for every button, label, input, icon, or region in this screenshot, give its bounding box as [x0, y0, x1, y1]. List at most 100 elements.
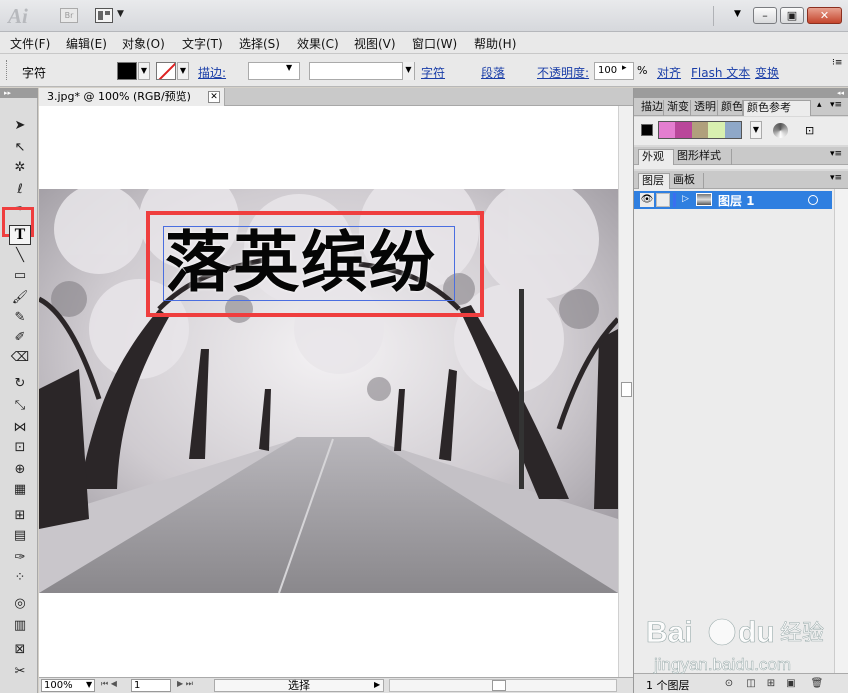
delete-layer-icon[interactable]: 🗑 [810, 677, 824, 690]
document-tab[interactable]: 3.jpg* @ 100% (RGB/预览) [39, 88, 225, 106]
opacity-link[interactable]: 不透明度: [537, 64, 589, 81]
fill-color-swatch[interactable] [117, 62, 137, 80]
tab-gradient[interactable]: 渐变 [664, 100, 691, 116]
arrange-documents-icon[interactable] [95, 8, 113, 23]
transform-link[interactable]: 变换 [755, 64, 779, 81]
shape-builder-tool-icon[interactable]: ⊕ [9, 460, 31, 480]
panel-dock-header[interactable]: ◂◂ [634, 88, 848, 98]
eyedropper-tool-icon[interactable]: ✑ [9, 548, 31, 568]
stroke-color-swatch[interactable] [156, 62, 176, 80]
paintbrush-tool-icon[interactable]: 🖌 [9, 288, 31, 308]
chevron-down-icon[interactable]: ▼ [402, 62, 414, 80]
base-color-swatch[interactable] [641, 124, 653, 136]
panel-menu-icon[interactable]: ▾≡ [830, 173, 842, 183]
first-page-icon[interactable]: ⏮ ◀ [101, 679, 117, 689]
gradient-tool-icon[interactable]: ▤ [9, 526, 31, 546]
save-color-group-icon[interactable]: ⊡ [805, 124, 814, 137]
close-icon[interactable]: ✕ [208, 91, 220, 103]
paragraph-panel-link[interactable]: 段落 [481, 64, 505, 81]
chevron-down-icon[interactable]: ▼ [286, 63, 292, 72]
grip-handle[interactable] [6, 60, 9, 80]
free-transform-tool-icon[interactable]: ⊡ [9, 438, 31, 458]
mesh-tool-icon[interactable]: ⊞ [9, 506, 31, 526]
variable-width-field[interactable] [309, 62, 415, 80]
vertical-scrollbar[interactable] [618, 106, 633, 678]
target-circle-icon[interactable] [808, 195, 818, 205]
fill-dropdown[interactable]: ▼ [138, 62, 150, 80]
minimize-button[interactable]: – [753, 7, 777, 24]
flash-text-link[interactable]: Flash 文本 [691, 64, 750, 81]
rectangle-tool-icon[interactable]: ▭ [9, 266, 31, 286]
menu-object[interactable]: 对象(O) [122, 35, 165, 52]
width-tool-icon[interactable]: ⋈ [9, 418, 31, 438]
scale-tool-icon[interactable]: ⤡ [9, 396, 31, 416]
bridge-button[interactable]: Br [60, 8, 78, 23]
guide-color-swatch[interactable] [675, 122, 692, 138]
lasso-tool-icon[interactable]: ℓ [9, 180, 31, 200]
direct-selection-tool-icon[interactable]: ↖ [9, 138, 31, 158]
magic-wand-tool-icon[interactable]: ✲ [9, 158, 31, 178]
menu-help[interactable]: 帮助(H) [474, 35, 516, 52]
harmony-rules-dropdown[interactable]: ▼ [750, 121, 762, 139]
align-link[interactable]: 对齐 [657, 64, 681, 81]
pencil-tool-icon[interactable]: ✎ [9, 308, 31, 328]
tab-transparency[interactable]: 透明 [691, 100, 718, 116]
menu-type[interactable]: 文字(T) [182, 35, 223, 52]
symbol-sprayer-tool-icon[interactable]: ◎ [9, 594, 31, 614]
page-input[interactable]: 1 [131, 679, 171, 692]
layer-name[interactable]: 图层 1 [718, 192, 755, 209]
chevron-right-icon[interactable]: ▶ [374, 680, 380, 689]
tab-artboards[interactable]: 画板 [670, 173, 704, 189]
make-clipping-mask-icon[interactable]: ◫ [744, 677, 758, 690]
toolbox-header[interactable]: ▸▸ [0, 88, 38, 98]
blob-brush-tool-icon[interactable]: ✐ [9, 328, 31, 348]
menu-effect[interactable]: 效果(C) [297, 35, 339, 52]
layer-row[interactable]: 👁 ▷ 图层 1 [634, 191, 832, 209]
canvas-photo[interactable]: 落英缤纷 [39, 189, 618, 593]
panel-menu-icon[interactable]: ⁝≡ [832, 58, 842, 68]
artboard-tool-icon[interactable]: ⊠ [9, 640, 31, 660]
tab-color[interactable]: 颜色 [718, 100, 743, 116]
guide-color-swatch[interactable] [691, 122, 709, 138]
collapse-icon[interactable]: ▴ [817, 100, 822, 110]
tab-graphic-styles[interactable]: 图形样式 [674, 149, 732, 165]
chevron-down-icon[interactable]: ▼ [117, 9, 124, 19]
status-text[interactable]: 选择 [214, 679, 384, 692]
scrollbar-thumb[interactable] [621, 382, 632, 397]
guide-color-swatch[interactable] [724, 122, 742, 138]
workspace-switcher[interactable]: ▼ [734, 9, 741, 19]
rotate-tool-icon[interactable]: ↻ [9, 374, 31, 394]
column-graph-tool-icon[interactable]: ▥ [9, 616, 31, 636]
selection-tool-icon[interactable]: ➤ [9, 116, 31, 136]
blend-tool-icon[interactable]: ⁘ [9, 568, 31, 588]
chevron-right-icon[interactable]: ▸ [622, 63, 627, 73]
harmony-color-strip[interactable] [658, 121, 742, 139]
lock-toggle[interactable] [656, 193, 670, 207]
menu-select[interactable]: 选择(S) [239, 35, 280, 52]
tab-color-guide[interactable]: 颜色参考 [743, 100, 811, 116]
panel-menu-icon[interactable]: ▾≡ [830, 149, 842, 159]
perspective-grid-tool-icon[interactable]: ▦ [9, 480, 31, 500]
maximize-button[interactable]: ▣ [780, 7, 804, 24]
expand-triangle-icon[interactable]: ▷ [682, 194, 689, 204]
menu-edit[interactable]: 编辑(E) [66, 35, 107, 52]
stroke-weight-field[interactable] [248, 62, 300, 80]
close-button[interactable]: ✕ [807, 7, 842, 24]
chevron-down-icon[interactable]: ▼ [86, 680, 92, 689]
eraser-tool-icon[interactable]: ⌫ [9, 348, 31, 368]
stroke-dropdown[interactable]: ▼ [177, 62, 189, 80]
tab-appearance[interactable]: 外观 [638, 149, 674, 165]
slice-tool-icon[interactable]: ✂ [9, 662, 31, 682]
guide-color-swatch[interactable] [708, 122, 725, 138]
edit-colors-icon[interactable] [773, 123, 788, 138]
guide-color-swatch[interactable] [659, 122, 676, 138]
tab-stroke[interactable]: 描边 [638, 100, 664, 116]
type-tool-icon[interactable]: T [9, 225, 31, 245]
menu-window[interactable]: 窗口(W) [412, 35, 457, 52]
stroke-link[interactable]: 描边: [198, 64, 226, 81]
character-panel-link[interactable]: 字符 [421, 64, 445, 81]
new-layer-icon[interactable]: ▣ [784, 677, 798, 690]
next-page-icon[interactable]: ▶ ⏭ [177, 679, 193, 689]
tab-layers[interactable]: 图层 [638, 173, 670, 189]
panel-menu-icon[interactable]: ▾≡ [830, 100, 842, 110]
